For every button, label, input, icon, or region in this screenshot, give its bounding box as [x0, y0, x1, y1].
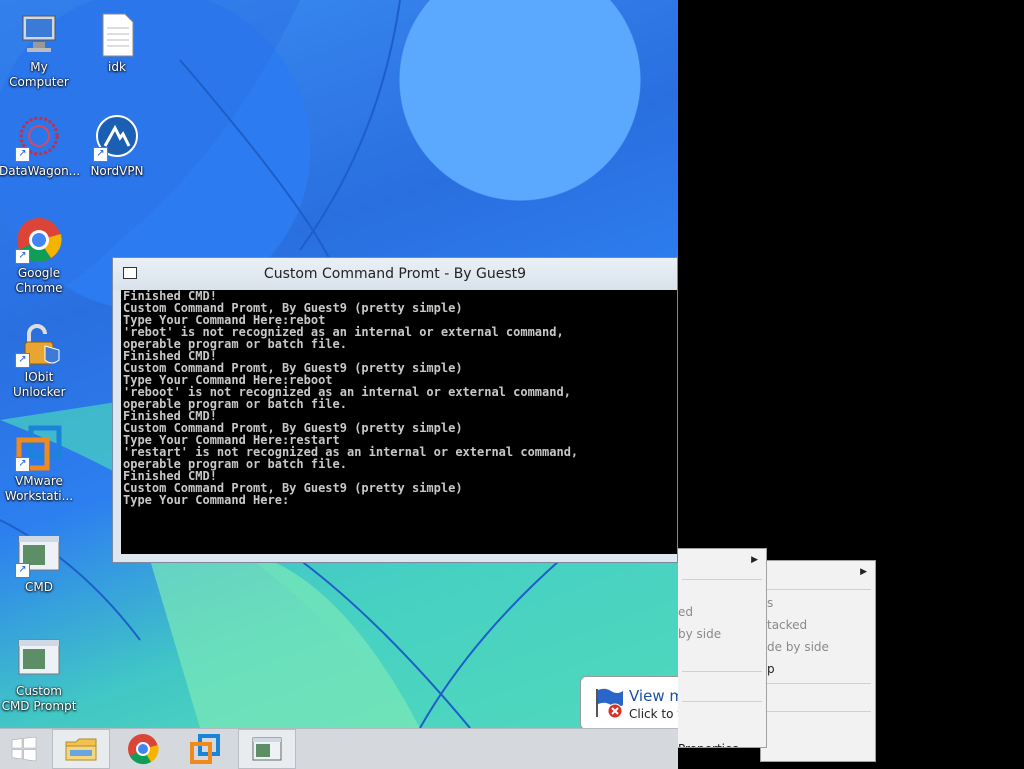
start-button[interactable] [0, 729, 48, 769]
window-app-icon: ↗ [15, 530, 63, 578]
nordvpn-icon: ↗ [93, 114, 141, 162]
console-titlebar[interactable]: Custom Command Promt - By Guest9 [113, 258, 677, 290]
console-title: Custom Command Promt - By Guest9 [263, 266, 527, 282]
action-center-flag-icon [596, 688, 623, 719]
desktop-icon-datawagon[interactable]: ↗ DataWagon... [0, 114, 81, 179]
desktop-icon-label: Google Chrome [15, 266, 63, 295]
menu-item[interactable]: de by side [761, 636, 875, 658]
shortcut-arrow-icon: ↗ [15, 147, 30, 162]
desktop-icon-label: NordVPN [90, 164, 144, 178]
text-file-icon [93, 10, 141, 58]
desktop-icon-label: My Computer [9, 60, 69, 89]
desktop-icon-my-computer[interactable]: My Computer [0, 10, 79, 90]
menu-item[interactable]: by side [678, 623, 766, 645]
taskbar-context-menu-back[interactable]: ▶ s tacked de by side p [760, 560, 876, 762]
menu-separator [765, 683, 871, 684]
desktop-icon-label: DataWagon... [0, 164, 81, 178]
taskbar [0, 728, 678, 769]
window-app-icon [15, 634, 63, 682]
taskbar-vmware[interactable] [176, 729, 234, 769]
shortcut-arrow-icon: ↗ [15, 249, 30, 264]
desktop-icon-cmd[interactable]: ↗ CMD [0, 530, 79, 595]
console-output[interactable]: Finished CMD! Custom Command Promt, By Gu… [121, 290, 677, 554]
menu-separator [765, 711, 871, 712]
taskbar-file-explorer[interactable] [52, 729, 110, 769]
desktop: My Computer idk ↗ DataWagon... ↗ NordVPN… [0, 0, 678, 728]
menu-item[interactable]: s [761, 592, 875, 614]
submenu-arrow-icon: ▶ [751, 555, 758, 565]
window-app-icon [252, 737, 282, 761]
desktop-icon-idk[interactable]: idk [77, 10, 157, 75]
desktop-icon-iobit-unlocker[interactable]: ↗ IObit Unlocker [0, 320, 79, 400]
menu-item-properties[interactable]: Properties [678, 738, 766, 747]
chrome-icon [128, 734, 159, 765]
desktop-icon-label: Custom CMD Prompt [1, 684, 77, 713]
menu-separator [682, 671, 762, 672]
chrome-icon: ↗ [15, 216, 63, 264]
notification-balloon[interactable]: View m Click to v [580, 676, 678, 728]
taskbar-context-menu-front[interactable]: ▶ ed by side Properties [678, 548, 767, 748]
desktop-icon-google-chrome[interactable]: ↗ Google Chrome [0, 216, 79, 296]
taskbar-google-chrome[interactable] [114, 729, 172, 769]
console-window-icon[interactable] [123, 267, 137, 279]
menu-separator [682, 579, 762, 580]
desktop-icon-nordvpn[interactable]: ↗ NordVPN [77, 114, 157, 179]
console-window[interactable]: Custom Command Promt - By Guest9 Finishe… [112, 257, 678, 563]
menu-item[interactable]: p [761, 658, 875, 680]
menu-item[interactable]: ed [678, 601, 766, 623]
submenu-arrow-icon: ▶ [860, 567, 867, 577]
menu-separator [682, 701, 762, 702]
taskbar-custom-cmd[interactable] [238, 729, 296, 769]
vmware-icon: ↗ [15, 424, 63, 472]
desktop-icon-label: VMware Workstati... [4, 474, 74, 503]
menu-item[interactable]: tacked [761, 614, 875, 636]
desktop-icon-label: IObit Unlocker [13, 370, 66, 399]
unlock-icon: ↗ [15, 320, 63, 368]
datawagon-icon: ↗ [15, 114, 63, 162]
balloon-title: View m [629, 687, 678, 705]
desktop-icon-label: CMD [25, 580, 53, 594]
balloon-subtitle: Click to v [629, 707, 678, 721]
desktop-icon-vmware[interactable]: ↗ VMware Workstati... [0, 424, 79, 504]
desktop-icon-label: idk [108, 60, 126, 74]
shortcut-arrow-icon: ↗ [15, 353, 30, 368]
console-line: Type Your Command Here: [123, 493, 290, 507]
shortcut-arrow-icon: ↗ [93, 147, 108, 162]
computer-icon [15, 10, 63, 58]
windows-logo-icon [11, 736, 37, 762]
shortcut-arrow-icon: ↗ [15, 457, 30, 472]
vmware-icon [190, 734, 220, 764]
menu-separator [765, 589, 871, 590]
folder-icon [65, 738, 97, 761]
desktop-icon-custom-cmd-prompt[interactable]: Custom CMD Prompt [0, 634, 79, 714]
shortcut-arrow-icon: ↗ [15, 563, 30, 578]
